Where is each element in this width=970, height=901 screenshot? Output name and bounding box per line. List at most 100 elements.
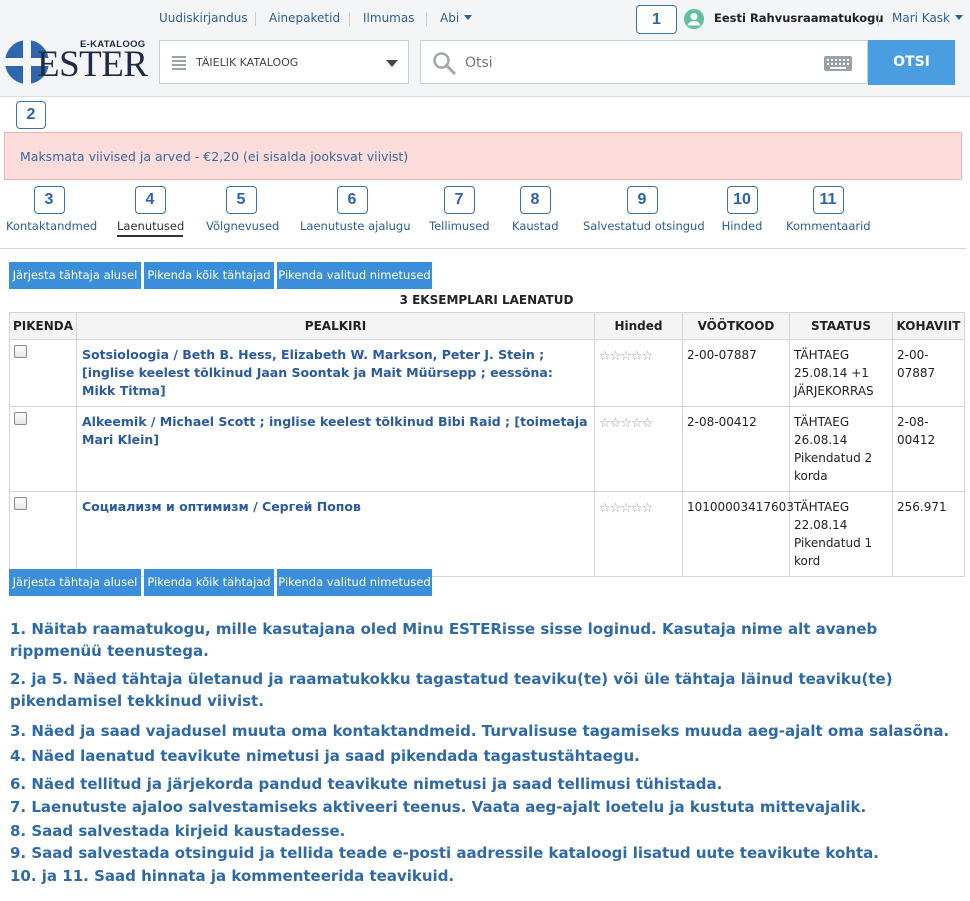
header: Uudiskirjandus Ainepaketid Ilmumas Abi E… xyxy=(0,0,970,97)
user-avatar-icon xyxy=(684,9,704,29)
nav-link-ainepaketid[interactable]: Ainepaketid xyxy=(269,11,340,25)
tab-label: Kaustad xyxy=(512,219,559,233)
divider xyxy=(878,12,879,26)
rating-stars-icon[interactable]: ☆☆☆☆☆ xyxy=(599,348,653,366)
column-header-title: PEALKIRI xyxy=(76,312,595,340)
renew-all-button[interactable]: Pikenda kõik tähtajad xyxy=(144,262,274,289)
renew-checkbox[interactable] xyxy=(14,345,27,358)
divider xyxy=(255,12,256,26)
tab-tellimused[interactable]: 7 Tellimused xyxy=(429,186,490,233)
logo-title: ESTER xyxy=(37,44,148,85)
marker-4: 4 xyxy=(134,186,166,214)
tab-label: Kommentaarid xyxy=(786,219,871,233)
barcode: 2-00-07887 xyxy=(682,339,790,407)
note-1: 1. Näitab raamatukogu, mille kasutajana … xyxy=(10,620,878,660)
search-button[interactable]: OTSI xyxy=(868,40,955,85)
keyboard-icon[interactable] xyxy=(824,56,852,71)
barcode: 2-08-00412 xyxy=(682,406,790,492)
catalog-select-value: TÄIELIK KATALOOG xyxy=(196,56,299,69)
tab-kommentaarid[interactable]: 11 Kommentaarid xyxy=(786,186,871,233)
note-2-5: 2. ja 5. Näed tähtaja ületanud ja raamat… xyxy=(10,670,893,710)
sort-by-due-date-button[interactable]: Järjesta tähtaja alusel xyxy=(9,569,141,596)
rating-cell: ☆☆☆☆☆ xyxy=(594,406,683,492)
marker-2: 2 xyxy=(16,101,46,129)
list-icon xyxy=(172,56,186,72)
tab-laenutused[interactable]: 4 Laenutused xyxy=(117,186,184,237)
marker-8: 8 xyxy=(519,186,551,214)
search-input[interactable] xyxy=(463,51,817,75)
rating-stars-icon[interactable]: ☆☆☆☆☆ xyxy=(599,415,653,433)
item-title-link[interactable]: Социализм и оптимизм / Сергей Попов xyxy=(76,491,595,577)
chevron-down-icon xyxy=(464,15,473,20)
tabs-divider xyxy=(0,248,966,249)
marker-5: 5 xyxy=(225,186,257,214)
barcode: 10100003417603 xyxy=(682,491,794,577)
renew-checkbox[interactable] xyxy=(14,412,27,425)
call-number: 2-00-07887 xyxy=(892,339,965,407)
column-header-ratings: Hinded xyxy=(594,312,683,340)
tab-salvestatud-otsingud[interactable]: 9 Salvestatud otsingud xyxy=(583,186,705,233)
table-row: Alkeemik / Michael Scott ; inglise keele… xyxy=(9,406,965,492)
note-8: 8. Saad salvestada kirjeid kaustadesse. xyxy=(10,822,346,840)
account-tabs: 3 Kontaktandmed 4 Laenutused 5 Võlgnevus… xyxy=(0,186,970,250)
note-9: 9. Saad salvestada otsinguid ja tellida … xyxy=(10,844,879,862)
column-header-call-number: KOHAVIIT xyxy=(892,312,965,340)
status: TÄHTAEG 25.08.14 +1 JÄRJEKORRAS xyxy=(789,339,893,407)
library-name: Eesti Rahvusraamatukogu xyxy=(714,11,884,25)
tab-kontaktandmed[interactable]: 3 Kontaktandmed xyxy=(6,186,98,233)
search-box xyxy=(420,40,868,84)
renew-checkbox[interactable] xyxy=(14,497,27,510)
divider xyxy=(426,12,427,26)
nav-link-ilmumas[interactable]: Ilmumas xyxy=(363,11,414,25)
table-header: PIKENDA PEALKIRI Hinded VÖÖTKOOD STAATUS… xyxy=(9,312,965,340)
call-number: 2-08-00412 xyxy=(892,406,965,492)
user-name: Mari Kask xyxy=(892,11,951,25)
tab-label: Salvestatud otsingud xyxy=(583,219,705,233)
marker-9: 9 xyxy=(626,186,658,214)
divider xyxy=(349,12,350,26)
nav-link-uudiskirjandus[interactable]: Uudiskirjandus xyxy=(159,11,248,25)
search-icon xyxy=(433,52,456,75)
marker-1: 1 xyxy=(636,5,677,34)
column-header-barcode: VÖÖTKOOD xyxy=(682,312,790,340)
rating-cell: ☆☆☆☆☆ xyxy=(594,339,683,407)
loans-table: PIKENDA PEALKIRI Hinded VÖÖTKOOD STAATUS… xyxy=(9,312,965,577)
tab-volgnevused[interactable]: 5 Võlgnevused xyxy=(206,186,280,233)
note-6: 6. Näed tellitud ja järjekorda pandud te… xyxy=(10,775,723,793)
sort-by-due-date-button[interactable]: Järjesta tähtaja alusel xyxy=(9,262,141,289)
tab-hinded[interactable]: 10 Hinded xyxy=(720,186,764,233)
tab-kaustad[interactable]: 8 Kaustad xyxy=(512,186,559,233)
marker-6: 6 xyxy=(336,186,368,214)
renew-selected-button[interactable]: Pikenda valitud nimetused xyxy=(277,569,432,596)
tab-label: Kontaktandmed xyxy=(6,219,98,233)
nav-link-abi-label: Abi xyxy=(440,11,460,25)
marker-11: 11 xyxy=(812,186,844,214)
table-row: Социализм и оптимизм / Сергей Попов ☆☆☆☆… xyxy=(9,491,965,577)
status: TÄHTAEG 22.08.14 Pikendatud 1 kord xyxy=(789,491,893,577)
item-title-link[interactable]: Alkeemik / Michael Scott ; inglise keele… xyxy=(76,406,595,492)
call-number: 256.971 xyxy=(892,491,965,577)
catalog-select[interactable]: TÄIELIK KATALOOG xyxy=(159,40,409,84)
top-navigation: Uudiskirjandus Ainepaketid Ilmumas Abi E… xyxy=(0,9,970,29)
user-menu[interactable]: Mari Kask xyxy=(892,11,964,25)
marker-3: 3 xyxy=(33,186,65,214)
column-header-renew: PIKENDA xyxy=(9,312,77,340)
rating-stars-icon[interactable]: ☆☆☆☆☆ xyxy=(599,500,653,518)
column-header-status: STAATUS xyxy=(789,312,893,340)
renew-cell xyxy=(9,406,77,492)
tab-label: Laenutuste ajalugu xyxy=(300,219,411,233)
item-title-link[interactable]: Sotsioloogia / Beth B. Hess, Elizabeth W… xyxy=(76,339,595,407)
rating-cell: ☆☆☆☆☆ xyxy=(594,491,683,577)
renew-all-button[interactable]: Pikenda kõik tähtajad xyxy=(144,569,274,596)
dropdown-arrow-icon xyxy=(386,60,398,67)
nav-link-abi[interactable]: Abi xyxy=(440,11,473,25)
fines-alert: Maksmata viivised ja arved - €2,20 (ei s… xyxy=(4,132,962,180)
marker-10: 10 xyxy=(726,186,758,214)
marker-7: 7 xyxy=(443,186,475,214)
renew-selected-button[interactable]: Pikenda valitud nimetused xyxy=(277,262,432,289)
ester-logo[interactable]: E-KATALOOG ESTER xyxy=(4,37,149,87)
note-4: 4. Näed laenatud teavikute nimetusi ja s… xyxy=(10,747,640,765)
tab-label: Võlgnevused xyxy=(206,219,280,233)
note-7: 7. Laenutuste ajaloo salvestamiseks akti… xyxy=(10,798,867,816)
tab-laenutuste-ajalugu[interactable]: 6 Laenutuste ajalugu xyxy=(300,186,411,233)
